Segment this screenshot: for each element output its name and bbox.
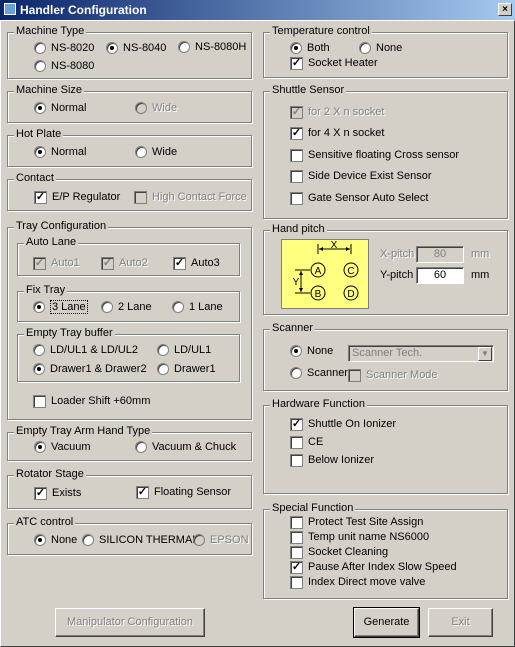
- check-temp-unit-name[interactable]: Temp unit name NS6000: [290, 530, 429, 544]
- check-pause-after-index[interactable]: ✓ Pause After Index Slow Speed: [290, 560, 457, 574]
- group-title: Hand pitch: [270, 223, 327, 235]
- ypitch-unit: mm: [471, 269, 490, 281]
- radio-drawer1-drawer2[interactable]: Drawer1 & Drawer2: [33, 362, 147, 376]
- check-sensitive-floating[interactable]: Sensitive floating Cross sensor: [290, 148, 459, 162]
- radio-hotplate-wide[interactable]: Wide: [135, 145, 177, 159]
- x-dimension-label: X: [331, 240, 338, 251]
- radio-scanner[interactable]: Scanner: [290, 366, 348, 380]
- radio-2-lane[interactable]: 2 Lane: [101, 300, 152, 314]
- radio-3-lane[interactable]: 3 Lane: [33, 300, 88, 314]
- close-button[interactable]: ×: [498, 3, 512, 16]
- generate-button[interactable]: Generate: [353, 607, 420, 638]
- check-scanner-mode[interactable]: Scanner Mode: [348, 368, 438, 382]
- app-icon: [4, 3, 16, 15]
- scanner-type-value: Scanner Tech.: [352, 347, 423, 359]
- group-title: Scanner: [270, 322, 315, 334]
- radio-size-normal[interactable]: Normal: [34, 101, 86, 115]
- check-socket-heater[interactable]: ✓ Socket Heater: [290, 56, 378, 70]
- xpitch-label: X-pitch: [380, 248, 415, 260]
- radio-ldul1-ldul2[interactable]: LD/UL1 & LD/UL2: [33, 343, 138, 357]
- check-ep-regulator[interactable]: ✓ E/P Regulator: [34, 190, 120, 204]
- check-loader-shift[interactable]: Loader Shift +60mm: [33, 394, 150, 408]
- group-title: Shuttle Sensor: [270, 84, 347, 96]
- position-a-label: A: [315, 266, 322, 277]
- check-for-4xn-socket[interactable]: ✓ for 4 X n socket: [290, 126, 384, 140]
- radio-temp-both[interactable]: Both: [290, 41, 330, 55]
- check-ce[interactable]: CE: [290, 435, 323, 449]
- scanner-type-select[interactable]: Scanner Tech. ▼: [348, 345, 494, 362]
- check-for-2xn-socket[interactable]: ✓ for 2 X n socket: [290, 105, 384, 119]
- check-shuttle-on-ionizer[interactable]: ✓ Shuttle On Ionizer: [290, 417, 396, 431]
- ypitch-input[interactable]: 60: [416, 267, 464, 284]
- check-auto2[interactable]: ✓ Auto2: [101, 256, 148, 270]
- manipulator-configuration-button[interactable]: Manipulator Configuration: [55, 608, 205, 637]
- temperature-control-group: Temperature control: [263, 25, 508, 78]
- radio-ns-8040[interactable]: NS-8040: [106, 41, 166, 55]
- xpitch-input[interactable]: 80: [416, 246, 464, 263]
- xpitch-unit: mm: [471, 248, 490, 260]
- check-auto3[interactable]: ✓ Auto3: [173, 256, 220, 270]
- chevron-down-icon[interactable]: ▼: [478, 347, 492, 361]
- radio-silicon-thermal[interactable]: SILICON THERMAL: [82, 533, 198, 547]
- radio-1-lane[interactable]: 1 Lane: [172, 300, 223, 314]
- group-title: Machine Size: [14, 84, 85, 96]
- check-index-direct-move[interactable]: Index Direct move valve: [290, 575, 425, 589]
- position-d-label: D: [347, 289, 354, 300]
- group-title: Machine Type: [14, 25, 87, 37]
- radio-epson[interactable]: EPSON: [193, 533, 249, 547]
- check-socket-cleaning[interactable]: Socket Cleaning: [290, 545, 388, 559]
- check-side-device[interactable]: Side Device Exist Sensor: [290, 169, 432, 183]
- group-title: Fix Tray: [24, 284, 68, 296]
- radio-size-wide[interactable]: Wide: [135, 101, 177, 115]
- check-exists[interactable]: ✓ Exists: [34, 486, 81, 500]
- check-high-contact-force[interactable]: High Contact Force: [134, 190, 247, 204]
- radio-ns-8020[interactable]: NS-8020: [34, 41, 94, 55]
- window-title: Handler Configuration: [20, 3, 147, 17]
- ypitch-label: Y-pitch: [380, 269, 414, 281]
- group-title: Rotator Stage: [14, 468, 86, 480]
- group-title: Special Function: [270, 502, 356, 514]
- radio-ns-8080h[interactable]: NS-8080H: [178, 40, 246, 54]
- group-title: Tray Configuration: [14, 220, 109, 232]
- position-b-label: B: [315, 289, 322, 300]
- radio-ns-8080[interactable]: NS-8080: [34, 59, 94, 73]
- exit-button[interactable]: Exit: [428, 608, 493, 637]
- position-c-label: C: [347, 266, 354, 277]
- group-title: Temperature control: [270, 25, 372, 37]
- radio-atc-none[interactable]: None: [34, 533, 77, 547]
- check-auto1[interactable]: ✓ Auto1: [33, 256, 80, 270]
- check-protect-test-site[interactable]: Protect Test Site Assign: [290, 515, 423, 529]
- group-title: ATC control: [14, 516, 76, 528]
- check-below-ionizer[interactable]: Below Ionizer: [290, 453, 374, 467]
- radio-drawer1[interactable]: Drawer1: [157, 362, 216, 376]
- title-bar: Handler Configuration ×: [0, 0, 515, 20]
- check-gate-sensor[interactable]: Gate Sensor Auto Select: [290, 191, 428, 205]
- group-title: Hardware Function: [270, 398, 367, 410]
- y-dimension-label: Y: [293, 277, 300, 288]
- group-title: Empty Tray buffer: [24, 327, 115, 339]
- radio-ldul1[interactable]: LD/UL1: [157, 343, 211, 357]
- check-floating-sensor[interactable]: ✓ Floating Sensor: [136, 485, 231, 499]
- radio-hotplate-normal[interactable]: Normal: [34, 145, 86, 159]
- radio-scanner-none[interactable]: None: [290, 344, 333, 358]
- group-title: Auto Lane: [24, 236, 79, 248]
- group-title: Contact: [14, 172, 56, 184]
- radio-vacuum[interactable]: Vacuum: [34, 440, 91, 454]
- radio-temp-none[interactable]: None: [359, 41, 402, 55]
- hand-pitch-diagram: X Y A C B D: [281, 239, 369, 309]
- group-title: Hot Plate: [14, 128, 64, 140]
- radio-vacuum-chuck[interactable]: Vacuum & Chuck: [135, 440, 236, 454]
- group-title: Empty Tray Arm Hand Type: [14, 425, 153, 437]
